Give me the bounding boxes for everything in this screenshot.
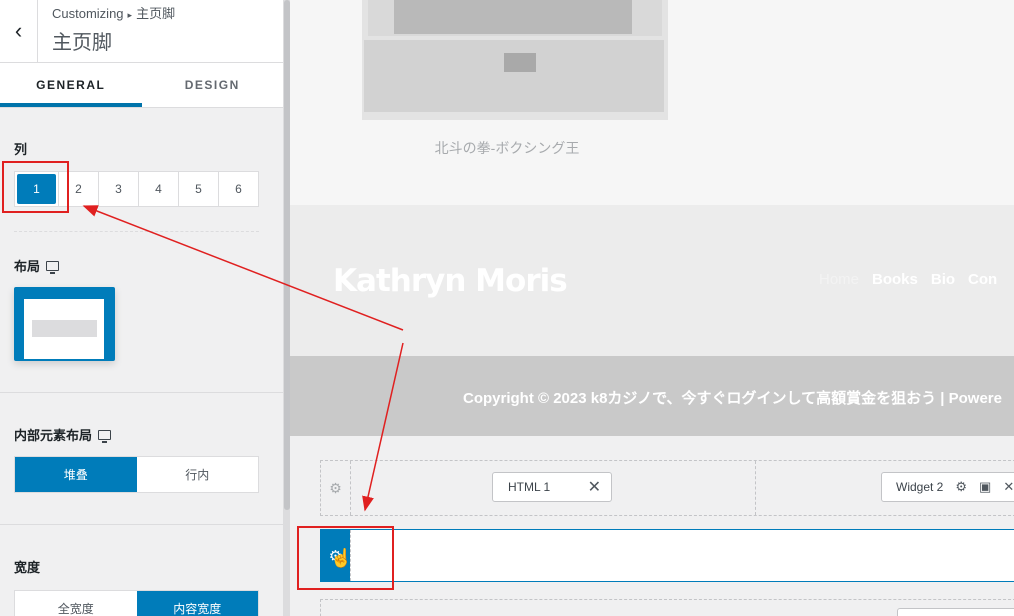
builder-row-top: ⚙ HTML 1 ✕ Widget 2 ⚙ ▣ ✕ — [320, 460, 1014, 516]
machine-body — [364, 40, 664, 112]
widget-2-label: Widget 2 — [896, 480, 944, 494]
annotation-box-columns — [2, 161, 69, 213]
panel-title: 主页脚 — [52, 32, 112, 54]
tab-bar: GENERAL DESIGN — [0, 63, 283, 108]
layout-preview — [24, 299, 104, 359]
copyright-bar: Copyright © 2023 k8カジノで、今すぐログインして高額賞金を狙お… — [290, 356, 1014, 436]
width-full[interactable]: 全宽度 — [15, 591, 137, 616]
widget-chip[interactable] — [897, 608, 1014, 616]
breadcrumb-root: Customizing — [52, 6, 124, 21]
row-settings-button[interactable]: ⚙ — [321, 461, 351, 515]
layout-section: 布局 — [0, 232, 283, 361]
gear-icon[interactable]: ⚙ — [955, 479, 967, 495]
sidebar-header: ‹ Customizing ▸ 主页脚 主页脚 — [0, 0, 283, 63]
menu-item-home[interactable]: Home — [819, 271, 859, 288]
footer-menu: Home Books Bio Con — [819, 271, 997, 288]
footer-builder: ⚙ HTML 1 ✕ Widget 2 ⚙ ▣ ✕ ⚙ — [290, 436, 1014, 616]
menu-item-books[interactable]: Books — [872, 271, 918, 288]
hand-cursor-icon: ☝ — [330, 548, 353, 568]
inner-layout-label: 内部元素布局 — [14, 425, 269, 444]
machine-art — [394, 0, 632, 34]
html-1-label: HTML 1 — [508, 480, 551, 494]
width-content[interactable]: 内容宽度 — [136, 591, 258, 616]
column-option-6[interactable]: 6 — [218, 172, 258, 206]
layout-label: 布局 — [14, 256, 269, 275]
site-brand[interactable]: Kathryn Moris — [333, 263, 568, 299]
menu-item-contact[interactable]: Con — [968, 271, 997, 288]
machine-top — [368, 0, 662, 36]
close-icon[interactable]: ✕ — [588, 477, 601, 497]
column-divider — [755, 461, 756, 515]
layout-option-selected[interactable] — [14, 287, 115, 361]
width-section: 宽度 全宽度 内容宽度 — [0, 525, 283, 616]
column-option-3[interactable]: 3 — [98, 172, 138, 206]
inner-layout-label-text: 内部元素布局 — [14, 428, 93, 443]
column-option-5[interactable]: 5 — [178, 172, 218, 206]
tab-general[interactable]: GENERAL — [0, 63, 142, 107]
builder-row-main[interactable]: ⚙ — [320, 529, 1014, 582]
column-option-4[interactable]: 4 — [138, 172, 178, 206]
copyright-text: Copyright © 2023 k8カジノで、今すぐログインして高額賞金を狙お… — [463, 390, 1002, 407]
layout-icon[interactable]: ▣ — [979, 479, 991, 495]
chevron-left-icon: ‹ — [14, 18, 23, 43]
inner-layout-stack[interactable]: 堆叠 — [15, 457, 137, 492]
builder-row-bottom — [320, 599, 1014, 616]
inner-layout-selector: 堆叠 行内 — [14, 456, 259, 493]
gear-icon: ⚙ — [329, 479, 342, 496]
breadcrumb: Customizing ▸ 主页脚 — [52, 3, 175, 22]
html-1-chip[interactable]: HTML 1 ✕ — [492, 472, 612, 502]
breadcrumb-current: 主页脚 — [136, 6, 176, 21]
widget-2-chip[interactable]: Widget 2 ⚙ ▣ ✕ — [881, 472, 1014, 502]
desktop-icon — [98, 429, 112, 443]
tab-design[interactable]: DESIGN — [142, 63, 284, 107]
width-selector: 全宽度 内容宽度 — [14, 590, 259, 616]
back-button[interactable]: ‹ — [0, 0, 38, 62]
footer-nav-row: Kathryn Moris Home Books Bio Con — [290, 205, 1014, 356]
machine-slot — [504, 53, 536, 72]
inner-layout-section: 内部元素布局 堆叠 行内 — [0, 393, 283, 493]
width-label: 宽度 — [14, 560, 41, 575]
layout-preview-bar — [32, 320, 97, 337]
breadcrumb-separator: ▸ — [127, 10, 133, 20]
menu-item-bio[interactable]: Bio — [931, 271, 955, 288]
product-image[interactable] — [362, 0, 668, 120]
preview-area: 北斗の拳-ボクシング王 Kathryn Moris Home Books Bio… — [290, 0, 1014, 616]
product-caption[interactable]: 北斗の拳-ボクシング王 — [362, 138, 652, 158]
layout-label-text: 布局 — [14, 259, 41, 274]
inner-layout-inline[interactable]: 行内 — [137, 457, 259, 492]
columns-label: 列 — [14, 142, 28, 157]
close-icon[interactable]: ✕ — [1003, 479, 1014, 495]
desktop-icon — [46, 260, 60, 274]
customizer-sidebar: ‹ Customizing ▸ 主页脚 主页脚 GENERAL DESIGN 列 1… — [0, 0, 284, 616]
